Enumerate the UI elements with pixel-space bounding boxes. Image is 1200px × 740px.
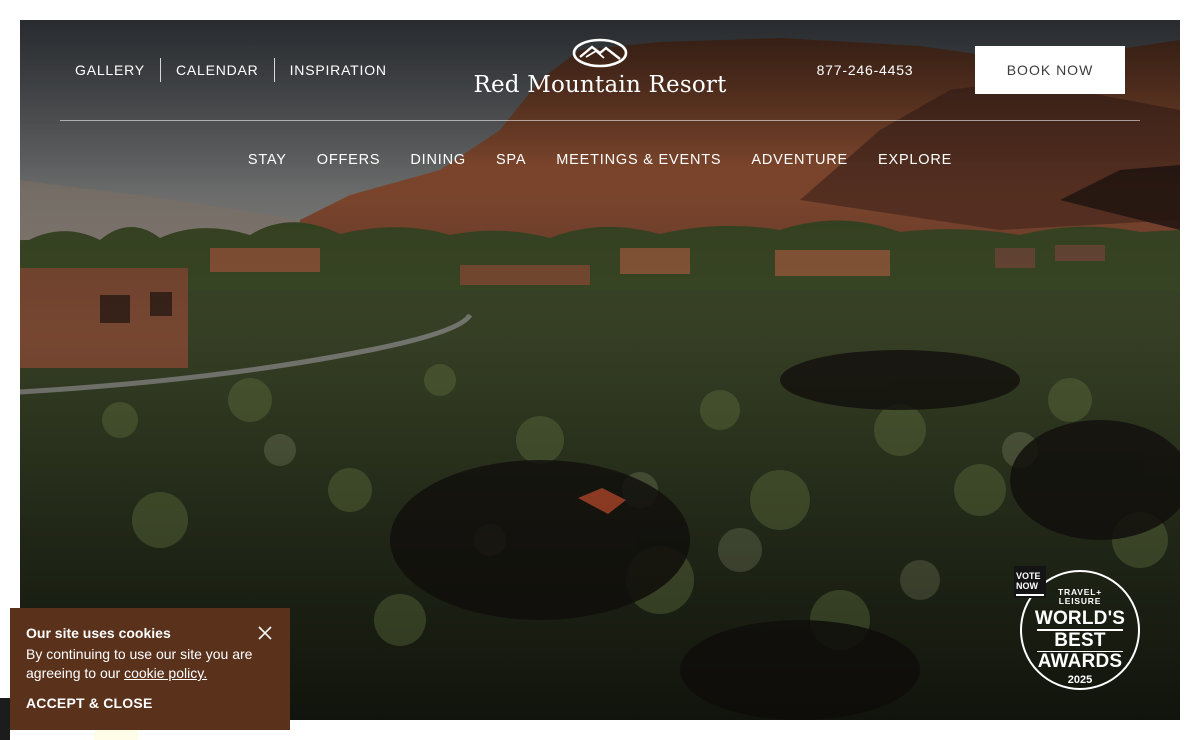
nav-link-inspiration[interactable]: INSPIRATION	[275, 62, 402, 78]
nav-link-gallery[interactable]: GALLERY	[60, 62, 160, 78]
brand-logo-link[interactable]: Red Mountain Resort	[470, 38, 730, 108]
brand-name: Red Mountain Resort	[473, 72, 727, 98]
award-title-line1: WORLD'S	[1034, 608, 1126, 629]
main-nav-stay[interactable]: STAY	[248, 150, 287, 172]
vote-now-tag[interactable]: VOTE NOW	[1016, 570, 1044, 596]
main-nav-dining[interactable]: DINING	[410, 150, 466, 172]
utility-nav: GALLERY CALENDAR INSPIRATION	[60, 58, 402, 82]
main-nav-offers[interactable]: OFFERS	[317, 150, 381, 172]
cookie-title: Our site uses cookies	[26, 625, 171, 641]
nav-divider-line	[60, 120, 1140, 121]
mountain-logo-icon	[572, 38, 628, 68]
main-nav-explore[interactable]: EXPLORE	[878, 150, 952, 172]
main-nav-meetings-events[interactable]: MEETINGS & EVENTS	[556, 150, 721, 172]
award-publisher-line2: LEISURE	[1058, 596, 1102, 606]
close-icon[interactable]	[256, 624, 274, 642]
page-edge-strip	[94, 730, 138, 740]
award-year: 2025	[1067, 674, 1093, 686]
main-nav-adventure[interactable]: ADVENTURE	[751, 150, 848, 172]
worlds-best-awards-badge[interactable]: TRAVEL+ LEISURE WORLD'S BEST AWARDS 2025…	[1010, 566, 1145, 696]
vote-line1: VOTE	[1016, 571, 1041, 581]
cookie-policy-link[interactable]: cookie policy.	[124, 665, 207, 681]
award-title-line2: BEST	[1054, 629, 1106, 651]
main-nav: STAY OFFERS DINING SPA MEETINGS & EVENTS…	[0, 150, 1200, 172]
main-nav-spa[interactable]: SPA	[496, 150, 526, 172]
page-edge-strip	[0, 698, 10, 740]
cookie-text: By continuing to use our site you are ag…	[26, 645, 271, 683]
cookie-banner: Our site uses cookies By continuing to u…	[10, 608, 290, 730]
vote-line2: NOW	[1016, 581, 1038, 591]
book-now-button[interactable]: BOOK NOW	[975, 46, 1125, 94]
nav-link-calendar[interactable]: CALENDAR	[161, 62, 274, 78]
accept-close-button[interactable]: ACCEPT & CLOSE	[26, 694, 152, 712]
phone-link[interactable]: 877-246-4453	[800, 58, 930, 82]
award-title-line3: AWARDS	[1037, 651, 1123, 672]
site-header: GALLERY CALENDAR INSPIRATION Red Mountai…	[0, 0, 1200, 200]
